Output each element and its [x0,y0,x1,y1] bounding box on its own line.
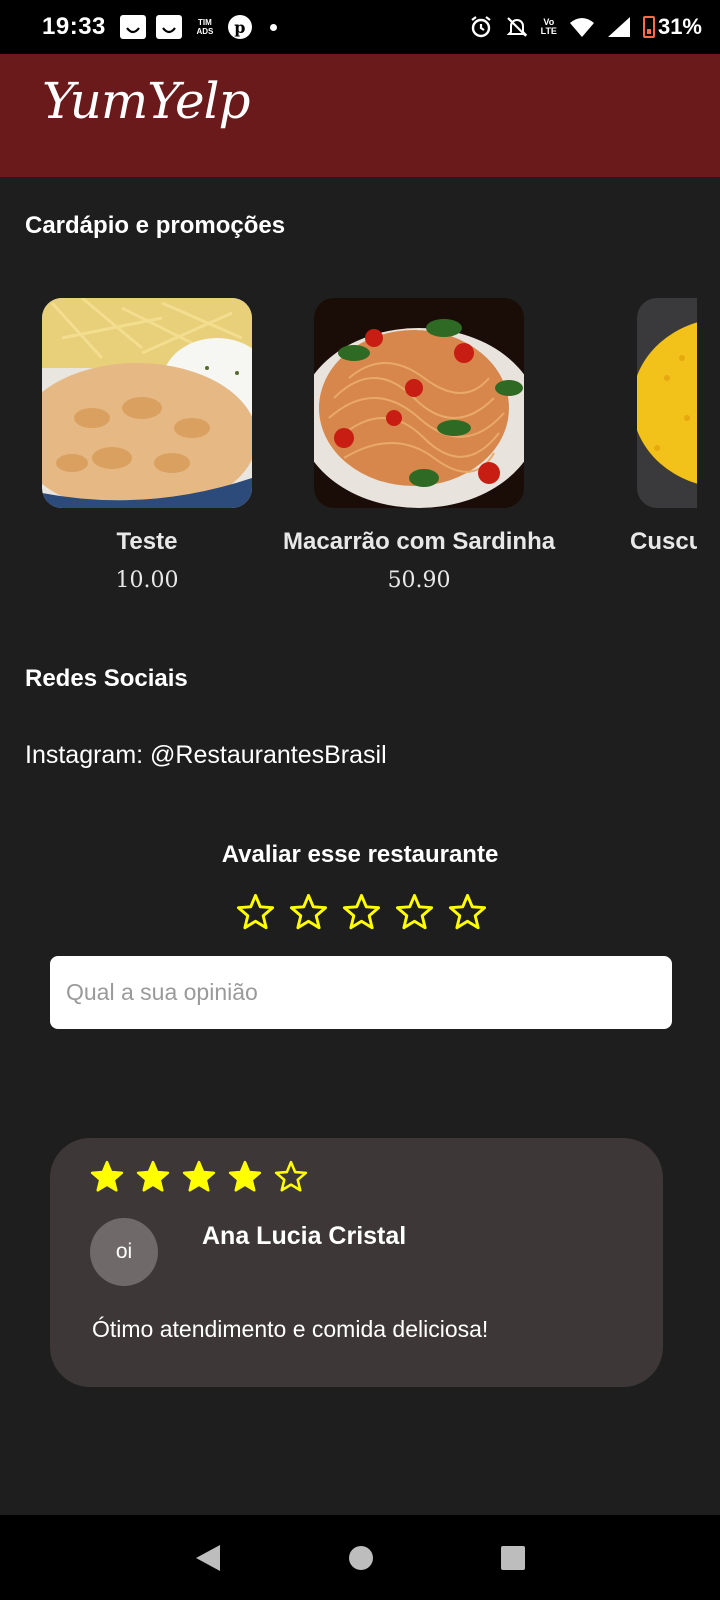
status-time: 19:33 [42,13,106,40]
rating-stars[interactable] [236,893,487,932]
app-logo: YumYelp [42,72,251,130]
review-text: Ótimo atendimento e comida deliciosa! [92,1316,489,1342]
app-header: YumYelp [0,54,720,177]
avatar: oi [90,1218,158,1286]
shopping-bag-icon [119,15,146,39]
signal-icon [607,17,630,37]
menu-item-price: 10.00 [115,568,179,593]
star-filled-icon [136,1160,170,1192]
review-card: oi Ana Lucia Cristal Ótimo atendimento e… [50,1138,663,1387]
menu-item[interactable]: Cuscuz [630,298,697,568]
instagram-handle[interactable]: Instagram: @RestaurantesBrasil [25,741,387,770]
rate-star-icon[interactable] [289,893,328,932]
status-bar: 19:33 TIM ADS p Vo LTE 31% [0,0,720,54]
menu-item-price: 50.90 [387,568,451,593]
star-filled-icon [90,1160,124,1192]
wifi-icon [569,18,594,37]
back-icon[interactable] [194,1543,222,1573]
pinterest-icon: p [227,15,252,39]
volte-icon: Vo LTE [540,17,557,36]
more-notifications-dot [269,23,277,31]
menu-item-name: Teste [116,528,178,555]
navigation-bar [0,1515,720,1600]
shopping-bag-icon [155,15,182,39]
star-outline-icon [274,1160,308,1192]
reviewer-name: Ana Lucia Cristal [202,1222,407,1250]
rate-star-icon[interactable] [236,893,275,932]
couscous-dish-image [637,298,697,508]
alarm-icon [470,16,491,38]
star-filled-icon [182,1160,216,1192]
review-stars [90,1160,308,1194]
battery-icon [642,16,655,38]
menu-item[interactable]: Teste 10.00 [42,298,252,593]
menu-item[interactable]: Macarrão com Sardinha 50.90 [283,298,555,593]
strogonoff-dish-image [42,298,252,508]
social-section-title: Redes Sociais [25,665,188,692]
recents-icon[interactable] [500,1545,526,1571]
rate-title: Avaliar esse restaurante [221,841,499,868]
tim-ads-icon: TIM ADS [196,18,214,36]
silent-bell-icon [506,17,528,37]
menu-carousel[interactable]: Teste 10.00 Macarrão com Sardinha 50.90 [0,298,697,618]
battery-level: 31% [657,14,702,39]
rate-star-icon[interactable] [395,893,434,932]
opinion-input[interactable] [50,956,672,1029]
notification-icons: TIM ADS p [119,15,277,39]
menu-item-name: Macarrão com Sardinha [283,528,556,555]
menu-section-title: Cardápio e promoções [25,212,286,239]
rate-star-icon[interactable] [342,893,381,932]
rate-star-icon[interactable] [448,893,487,932]
spaghetti-dish-image [314,298,525,508]
menu-item-name: Cuscuz [630,528,697,555]
home-icon[interactable] [348,1545,374,1571]
star-filled-icon [228,1160,262,1192]
